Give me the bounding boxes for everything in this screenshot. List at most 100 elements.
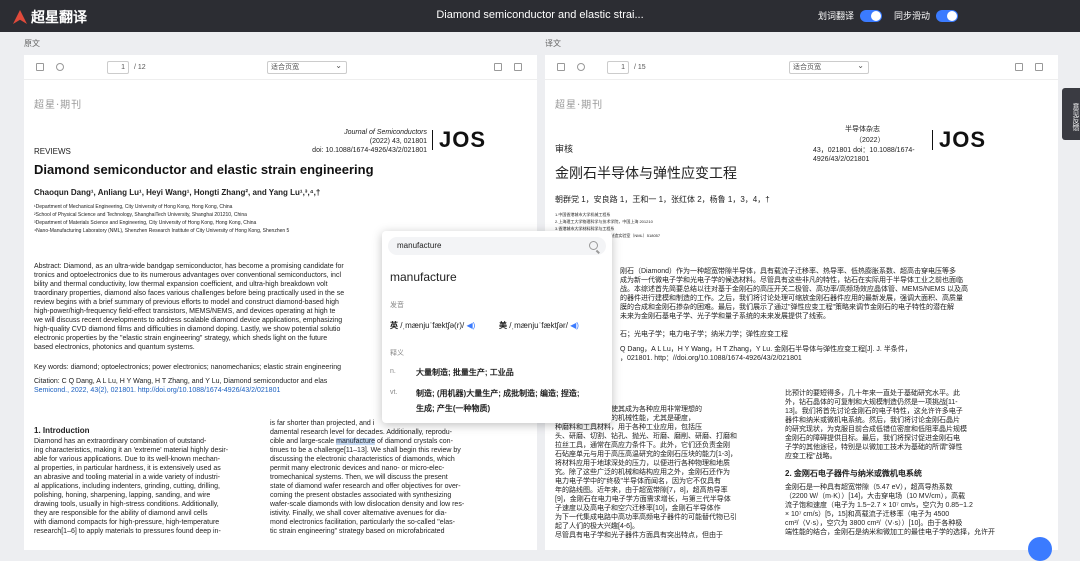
article-type: 审核 xyxy=(555,144,574,154)
body-line: an abrasive and tooling material in a wi… xyxy=(34,474,220,481)
thumbnail-icon[interactable] xyxy=(36,63,44,71)
popup-search-input[interactable]: manufacture xyxy=(388,237,606,255)
word-translate-toggle[interactable]: 划词翻译 xyxy=(818,9,883,22)
body-line: research[1–6] to apply materials to pres… xyxy=(34,528,221,535)
body-line: 头、研磨、切割、钻孔、抛光、珩磨、磨削、研磨、打磨和 xyxy=(555,433,737,440)
abstract-line: 的器件进行建模和制造的工作。之后，我们将讨论处理可缩放金刚石器件应用的最新发展，… xyxy=(620,295,963,302)
us-label: 美 xyxy=(499,321,507,330)
print-icon[interactable] xyxy=(514,63,522,71)
highlighted-word[interactable]: manufacture xyxy=(336,438,376,445)
body-column-2: 比预计的要短得多，几十年来一直处于基础研究水平。此 外，钻石晶体的可复制和大规模… xyxy=(785,389,1017,537)
year-line: （2022） xyxy=(855,137,885,144)
jos-logo: JOS xyxy=(432,129,486,151)
body-line: al applications, including indenters, gr… xyxy=(34,483,220,490)
body-line: 金刚石是一种具有超宽带隙（5.47 eV），超高导热系数 xyxy=(785,484,953,491)
body-line: polishing, honing, sharpening, lapping, … xyxy=(34,492,211,499)
body-line: [9]，金刚石在电力电子学方面需求增长，与第三代半导体 xyxy=(555,496,731,503)
affiliation: 2.上海理工大学物理科学与技术学院，中国上海 201210 xyxy=(555,219,653,224)
citation-doi-link[interactable]: Semicond., 2022, 43(2), 021801. http://d… xyxy=(34,386,327,395)
us-pronunciation: 美 /ˌmænjuˈfæktʃər/ ◀) xyxy=(499,320,579,331)
feedback-tab[interactable]: 意见反馈 xyxy=(1062,88,1080,140)
journal-brand: 超星·期刊 xyxy=(555,100,604,111)
citation-line: Citation: C Q Dang, A L Lu, H Y Wang, H … xyxy=(34,378,328,385)
intro-heading: 1. Introduction xyxy=(34,426,90,435)
body-line: coming the present obstacles associated … xyxy=(270,492,452,499)
body-column-1: 具有卓越的特性，使其成为各种应用非常理想的 。由于其众所周知的机械性能，尤其是硬… xyxy=(555,405,777,540)
body-line: 究。除了这些广泛的机械和结构应用之外，金刚石还作为 xyxy=(555,469,730,476)
toggle-switch[interactable] xyxy=(936,9,959,22)
body-line: cm²/（V·s），空穴为 3800 cm²/（V·s））[10]。由于各种极 xyxy=(785,520,963,527)
body-text: of diamond crystals con- xyxy=(377,438,453,445)
floating-action-button[interactable] xyxy=(1028,537,1052,561)
body-line: they are responsible for the ability of … xyxy=(34,510,208,517)
thumbnail-icon[interactable] xyxy=(557,63,565,71)
citation-doi[interactable]: ，021801. http：//doi.org/10.1088/1674-492… xyxy=(620,354,1015,363)
zoom-select[interactable]: 适合页宽 xyxy=(267,60,347,74)
sync-scroll-toggle[interactable]: 同步滑动 xyxy=(894,9,959,22)
body-column-2: is far shorter than projected, and i dam… xyxy=(270,419,502,536)
body-line: tromechanical systems. Then, we will dis… xyxy=(270,474,448,481)
original-label: 原文 xyxy=(24,39,40,48)
page-input[interactable]: 1 xyxy=(607,61,629,74)
cite-line: 43，021801 doi：10.1088/1674- xyxy=(813,147,915,154)
abstract: 刚石（Diamond）作为一种超宽带隙半导体，具有载流子迁移率、热导率、低热膨胀… xyxy=(620,267,1015,321)
keywords: Key words: diamond; optoelectronics; pow… xyxy=(34,364,341,371)
search-icon[interactable] xyxy=(589,241,598,250)
citation: Citation: C Q Dang, A L Lu, H Y Wang, H … xyxy=(34,377,327,395)
journal-name: Journal of Semiconductors xyxy=(344,129,427,136)
section-heading: 2. 金刚石电子器件与纳米或微机电系统 xyxy=(785,469,922,478)
pdf-toolbar: 1 / 12 适合页宽 xyxy=(24,55,537,80)
uk-label: 英 xyxy=(390,321,398,330)
definition-text: 制造; (用机器)大量生产; 成批制造; 编造; 捏造; xyxy=(416,389,580,398)
search-icon[interactable] xyxy=(577,63,585,71)
translation-label: 译文 xyxy=(545,39,561,48)
body-line: 器件和纳米或微机电系统。然后，我们将讨论金刚石晶片 xyxy=(785,417,960,424)
abstract-line: 成为新一代微电子学和光电子学的候选材料。尽管具有这些非凡的特性，钻石在实际用于半… xyxy=(620,277,963,284)
body-line: 应变工程"战略。 xyxy=(785,453,837,460)
top-bar: 超星翻译 Diamond semiconductor and elastic s… xyxy=(0,0,1080,32)
speaker-icon[interactable]: ◀) xyxy=(466,321,475,330)
journal-name: 半导体杂志 xyxy=(845,126,880,133)
body-line: wafer-scale diamonds with low dislocatio… xyxy=(270,501,465,508)
authors: Chaoqun Dang¹, Anliang Lu¹, Heyi Wang¹, … xyxy=(34,188,321,197)
body-line: 石砧座单元与用于高压高温研究的金刚石压块的能力[1-3]， xyxy=(555,451,738,458)
search-query: manufacture xyxy=(397,241,442,250)
cite-line: (2022) 43, 021801 xyxy=(369,138,427,145)
us-ipa: /ˌmænjuˈfæktʃər/ xyxy=(509,321,568,330)
zoom-select[interactable]: 适合页宽 xyxy=(789,60,869,74)
download-icon[interactable] xyxy=(494,63,502,71)
search-icon[interactable] xyxy=(56,63,64,71)
body-line: cible and large-scale manufacture of dia… xyxy=(270,437,502,446)
body-line: mond electronics facilitation, particula… xyxy=(270,519,455,526)
print-icon[interactable] xyxy=(1035,63,1043,71)
body-line: 流子饱和速度（电子为 1.5~2.7 × 10⁷ cm/s，空穴为 0.85~1… xyxy=(785,502,973,509)
download-icon[interactable] xyxy=(1015,63,1023,71)
journal-brand: 超星·期刊 xyxy=(34,100,83,111)
body-line: discussing the electronic characteristic… xyxy=(270,456,455,463)
affiliation: ¹Department of Mechanical Engineering, C… xyxy=(34,204,233,210)
body-line: tic strain engineering" strategy based o… xyxy=(270,528,445,535)
paper-title: Diamond semiconductor and elastic strain… xyxy=(34,162,374,177)
body-line: 起了人们的极大兴趣[4-6]。 xyxy=(555,523,640,530)
citation: Q Dang，A L Lu，H Y Wang，H T Zhang，Y Lu. 金… xyxy=(620,345,1015,363)
body-line: damental research level for decades. Add… xyxy=(270,429,452,436)
body-line: 电力电子学中的"终极"半导体而闻名，因为它不仅具有 xyxy=(555,478,721,485)
popup-headword: manufacture xyxy=(390,270,457,284)
pos-label: n. xyxy=(390,368,396,375)
doi-line: 4926/43/2/021801 xyxy=(813,156,870,163)
body-line: 尽管具有电子学和光子器件方面具有突出特点，但由于 xyxy=(555,532,723,539)
body-line: al properties, in particular hardness, i… xyxy=(34,465,221,472)
body-line: 种磨料和工具材料，用于各种工业应用，包括压 xyxy=(555,424,702,431)
authors: 朝群党 1，安良路 1，王和一 1，张红体 2，杨鲁 1，3，4，† xyxy=(555,195,770,204)
body-line: 13]。我们将首先讨论金刚石的电子特性，这允许许多电子 xyxy=(785,408,963,415)
page-input[interactable]: 1 xyxy=(107,61,129,74)
body-line: 子学的其他途径，特别是以微加工技术为基础的所谓"弹性 xyxy=(785,444,963,451)
speaker-icon[interactable]: ◀) xyxy=(570,321,579,330)
abstract-line: 膜的合成和金刚石掺杂的困难。最后，我们展示了通过"弹性应变工程"策略来调节金刚石… xyxy=(620,304,954,311)
toggle-switch[interactable] xyxy=(860,9,883,22)
definition-text: 大量制造; 批量生产; 工业品 xyxy=(416,368,514,377)
body-line: 比预计的要短得多，几十年来一直处于基础研究水平。此 xyxy=(785,390,960,397)
doi-line: doi: 10.1088/1674-4926/43/2/021801 xyxy=(312,147,427,154)
body-column-1: Diamond has an extraordinary combination… xyxy=(34,437,256,536)
body-line: 的研究现状，为克服目前合成低错位密度和低阻率晶片规模 xyxy=(785,426,967,433)
